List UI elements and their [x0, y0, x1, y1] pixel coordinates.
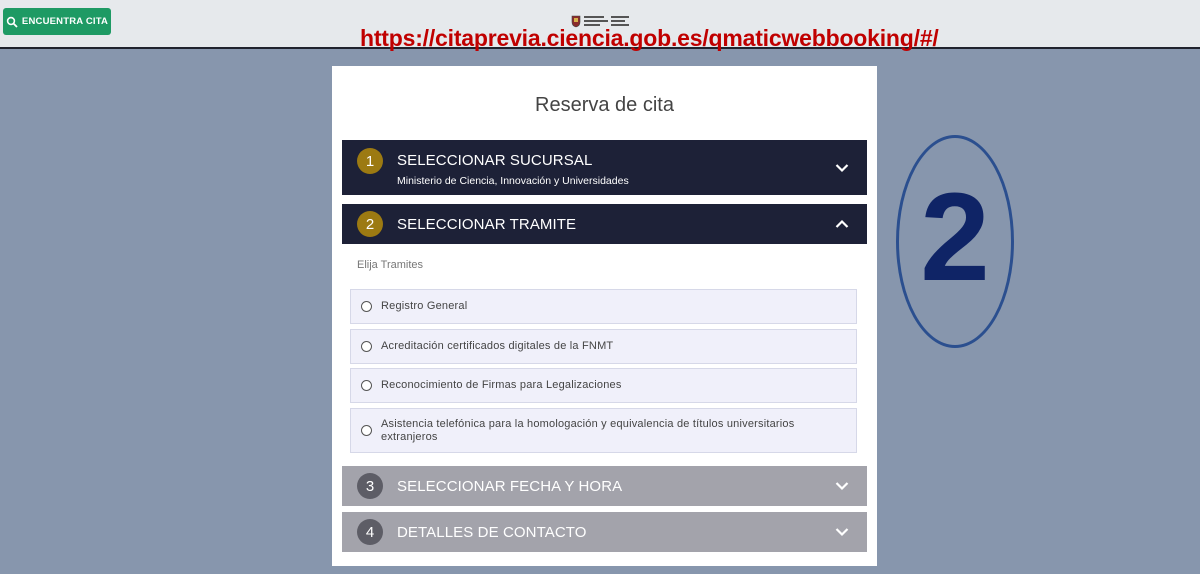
step-number-badge: 3: [357, 473, 383, 499]
procedure-option[interactable]: Registro General: [350, 289, 857, 324]
step-title: SELECCIONAR SUCURSAL: [397, 152, 593, 169]
chevron-down-icon[interactable]: [835, 163, 849, 173]
step-title: SELECCIONAR TRAMITE: [397, 216, 577, 233]
search-icon: [6, 16, 18, 28]
step-select-date-time[interactable]: 3 SELECCIONAR FECHA Y HORA: [342, 466, 867, 506]
step-number-badge: 4: [357, 519, 383, 545]
find-appointment-label: ENCUENTRA CITA: [21, 16, 109, 27]
procedure-option[interactable]: Asistencia telefónica para la homologaci…: [350, 408, 857, 453]
chevron-up-icon[interactable]: [835, 219, 849, 229]
step-number-badge: 1: [357, 148, 383, 174]
radio-button[interactable]: [361, 301, 372, 312]
procedure-option-label: Registro General: [381, 300, 468, 312]
page-title: Reserva de cita: [535, 94, 674, 116]
step-select-procedure[interactable]: 2 SELECCIONAR TRAMITE: [342, 204, 867, 244]
step-selected-value: Ministerio de Ciencia, Innovación y Univ…: [397, 175, 629, 187]
radio-button[interactable]: [361, 425, 372, 436]
step-select-branch[interactable]: 1 SELECCIONAR SUCURSAL Ministerio de Cie…: [342, 140, 867, 195]
radio-button[interactable]: [361, 341, 372, 352]
step-title: SELECCIONAR FECHA Y HORA: [397, 478, 623, 495]
url-annotation: https://citaprevia.ciencia.gob.es/qmatic…: [360, 25, 939, 51]
step-title: DETALLES DE CONTACTO: [397, 524, 587, 541]
procedure-option-label: Asistencia telefónica para la homologaci…: [381, 417, 795, 443]
procedure-hint: Elija Tramites: [357, 259, 424, 271]
procedure-option[interactable]: Acreditación certificados digitales de l…: [350, 329, 857, 364]
chevron-down-icon[interactable]: [835, 481, 849, 491]
procedure-option-label: Reconocimiento de Firmas para Legalizaci…: [381, 379, 622, 391]
find-appointment-button[interactable]: ENCUENTRA CITA: [3, 8, 111, 35]
step-number-badge: 2: [357, 211, 383, 237]
procedure-option[interactable]: Reconocimiento de Firmas para Legalizaci…: [350, 368, 857, 403]
booking-card: Reserva de cita 1 SELECCIONAR SUCURSAL M…: [332, 66, 877, 566]
procedure-option-label: Acreditación certificados digitales de l…: [381, 340, 614, 352]
step-marker-number: 2: [920, 168, 990, 307]
radio-button[interactable]: [361, 380, 372, 391]
chevron-down-icon[interactable]: [835, 527, 849, 537]
step-contact-details[interactable]: 4 DETALLES DE CONTACTO: [342, 512, 867, 552]
